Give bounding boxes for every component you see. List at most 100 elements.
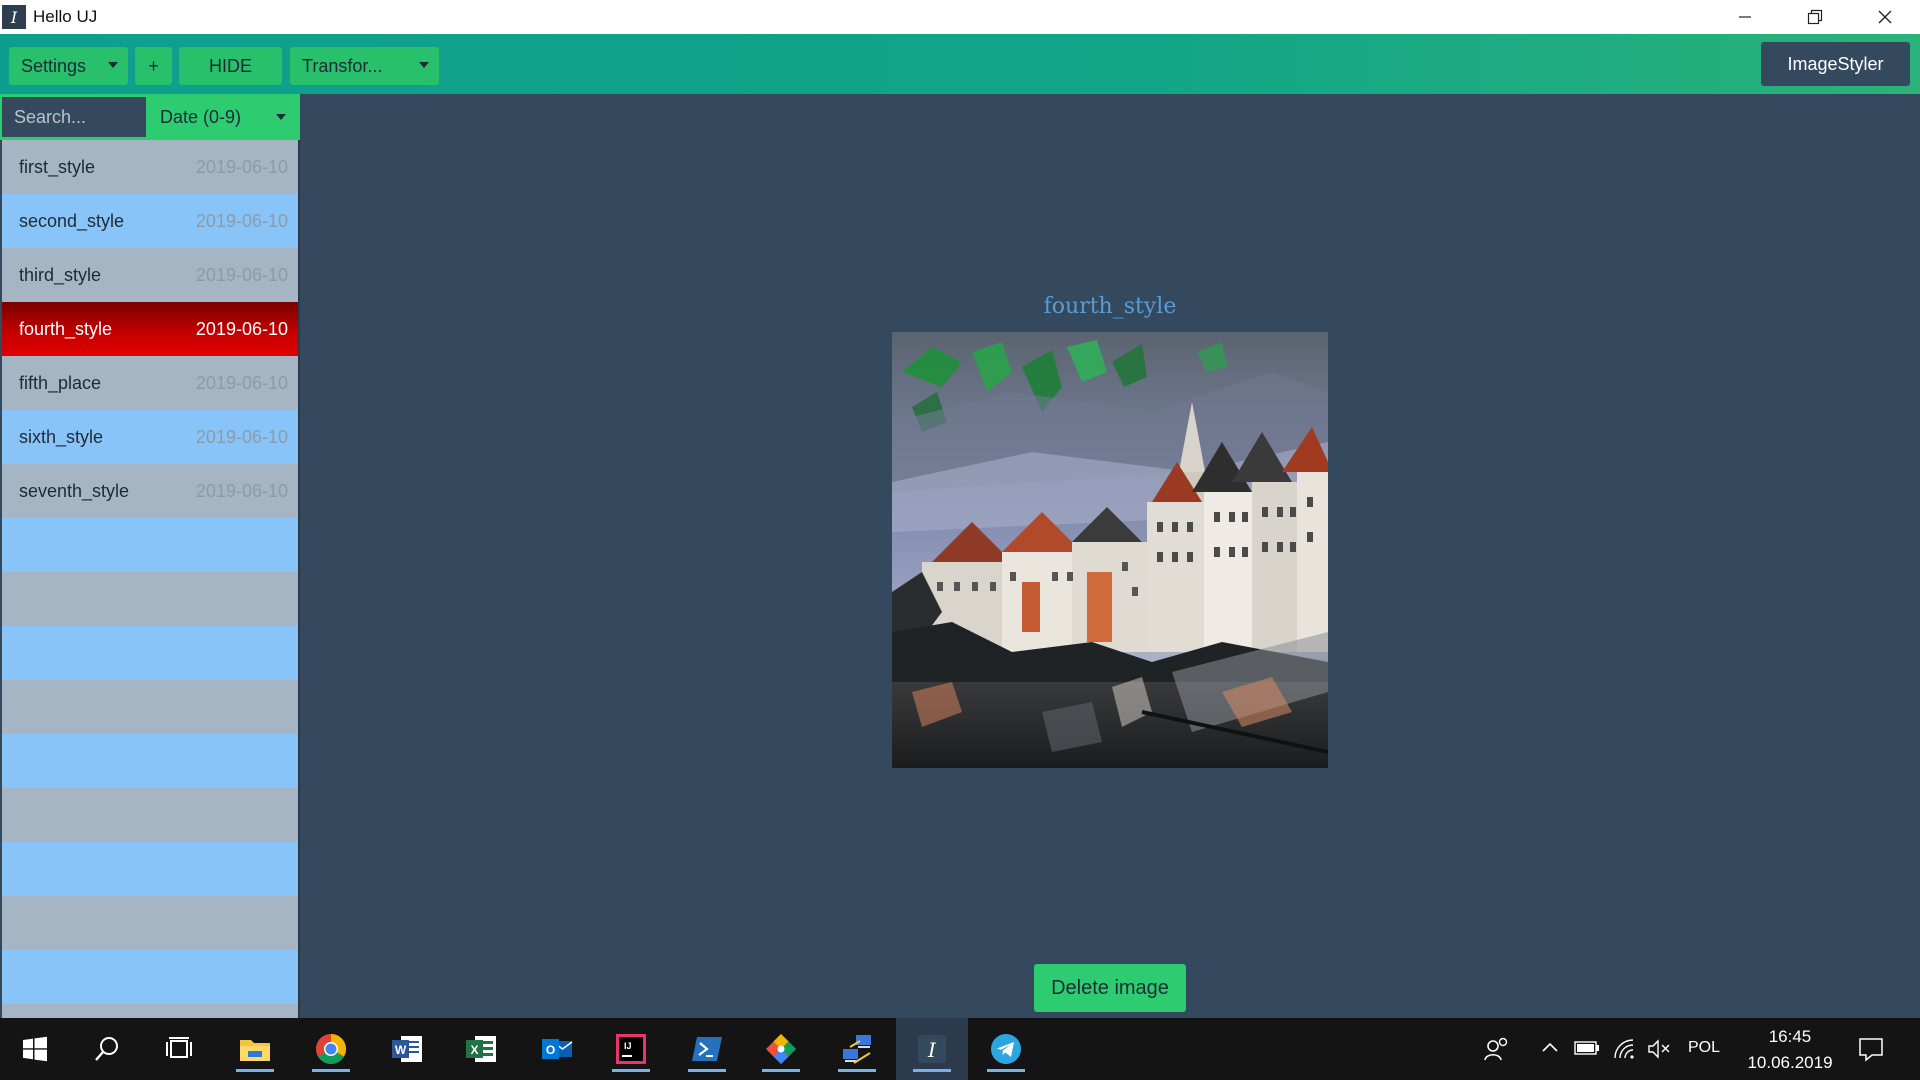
- svg-text:IJ: IJ: [624, 1041, 632, 1051]
- item-name: fifth_place: [19, 372, 102, 393]
- running-indicator: [762, 1069, 800, 1072]
- running-indicator: [913, 1069, 951, 1072]
- toolbar: Settings + HIDE Transfor... ImageStyler: [0, 34, 1920, 94]
- clock-time: 16:45: [1768, 1027, 1812, 1046]
- running-indicator: [612, 1069, 650, 1072]
- styled-image: [892, 332, 1328, 768]
- empty-row: [2, 842, 298, 896]
- item-date: 2019-06-10: [195, 210, 288, 231]
- add-label: +: [148, 55, 159, 76]
- chrome-button[interactable]: [308, 1026, 354, 1072]
- restore-icon: [1807, 9, 1823, 25]
- intellij-button[interactable]: IJ: [608, 1026, 654, 1072]
- start-button[interactable]: [12, 1026, 58, 1072]
- item-date: 2019-06-10: [195, 372, 288, 393]
- search-icon: [95, 1037, 118, 1061]
- volume-muted-icon: [1648, 1039, 1670, 1059]
- item-name: second_style: [19, 210, 125, 231]
- search-input[interactable]: [2, 97, 146, 137]
- search-row: Date (0-9): [0, 94, 300, 140]
- outlook-button[interactable]: O: [534, 1026, 580, 1072]
- clock-date: 10.06.2019: [1747, 1053, 1833, 1072]
- item-date: 2019-06-10: [195, 156, 288, 177]
- settings-label: Settings: [21, 55, 87, 76]
- item-date: 2019-06-10: [195, 318, 288, 339]
- sidebar: Date (0-9) first_style 2019-06-10 second…: [0, 94, 300, 1018]
- empty-row: [2, 788, 298, 842]
- running-indicator: [236, 1069, 274, 1072]
- svg-text:I: I: [927, 1038, 937, 1062]
- minimize-button[interactable]: [1710, 0, 1780, 34]
- item-name: seventh_style: [19, 480, 130, 501]
- svg-text:W: W: [395, 1043, 407, 1057]
- item-date: 2019-06-10: [195, 426, 288, 447]
- list-item[interactable]: fifth_place 2019-06-10: [2, 356, 298, 410]
- battery-icon: [1574, 1041, 1599, 1055]
- image-styler-icon: I: [918, 1035, 946, 1063]
- wifi-button[interactable]: [1613, 1038, 1635, 1065]
- empty-row: [2, 896, 298, 950]
- network-tool-button[interactable]: [834, 1026, 880, 1072]
- item-name: sixth_style: [19, 426, 104, 447]
- list-item-selected[interactable]: fourth_style 2019-06-10: [2, 302, 298, 356]
- running-indicator: [838, 1069, 876, 1072]
- powershell-button[interactable]: [684, 1026, 730, 1072]
- excel-icon: X: [466, 1036, 496, 1062]
- transform-dropdown[interactable]: Transfor...: [290, 47, 439, 85]
- list-item[interactable]: third_style 2019-06-10: [2, 248, 298, 302]
- network-icon: [843, 1035, 871, 1064]
- list-item[interactable]: seventh_style 2019-06-10: [2, 464, 298, 518]
- intellij-icon: IJ: [616, 1034, 646, 1064]
- outlook-icon: O: [542, 1039, 573, 1059]
- language-indicator[interactable]: POL: [1688, 1039, 1720, 1057]
- wifi-icon: [1614, 1039, 1634, 1059]
- sort-select[interactable]: Date (0-9): [148, 97, 298, 137]
- empty-row: [2, 626, 298, 680]
- settings-dropdown[interactable]: Settings: [9, 47, 128, 85]
- restore-button[interactable]: [1780, 0, 1850, 34]
- task-view-icon: [166, 1037, 192, 1058]
- battery-button[interactable]: [1574, 1040, 1600, 1061]
- close-button[interactable]: [1850, 0, 1920, 34]
- style-list: first_style 2019-06-10 second_style 2019…: [2, 140, 298, 1018]
- close-icon: [1878, 10, 1892, 24]
- file-explorer-icon: [240, 1040, 270, 1061]
- search-button[interactable]: [84, 1026, 130, 1072]
- notification-icon: [1859, 1038, 1883, 1062]
- app-icon: I: [2, 5, 26, 29]
- taskbar: W X O IJ I POL 16:45 10.06.2019: [0, 1018, 1920, 1080]
- hide-button[interactable]: HIDE: [179, 47, 282, 85]
- delete-image-button[interactable]: Delete image: [1034, 964, 1186, 1012]
- image-styler-taskbar-button[interactable]: I: [909, 1026, 955, 1072]
- chevron-down-icon: [276, 114, 286, 120]
- git-button[interactable]: [758, 1026, 804, 1072]
- powershell-icon: [692, 1037, 722, 1061]
- item-name: fourth_style: [19, 318, 113, 339]
- empty-row: [2, 680, 298, 734]
- telegram-icon: [991, 1034, 1021, 1064]
- list-item[interactable]: sixth_style 2019-06-10: [2, 410, 298, 464]
- clock[interactable]: 16:45 10.06.2019: [1740, 1024, 1840, 1076]
- brand-button[interactable]: ImageStyler: [1761, 42, 1910, 86]
- add-button[interactable]: +: [135, 47, 172, 85]
- word-button[interactable]: W: [384, 1026, 430, 1072]
- chevron-up-icon: [1542, 1042, 1558, 1052]
- list-item[interactable]: first_style 2019-06-10: [2, 140, 298, 194]
- people-button[interactable]: [1484, 1036, 1510, 1067]
- window-title: Hello UJ: [33, 7, 98, 26]
- sort-label: Date (0-9): [160, 106, 242, 127]
- volume-button[interactable]: [1647, 1038, 1671, 1065]
- excel-button[interactable]: X: [458, 1026, 504, 1072]
- file-explorer-button[interactable]: [232, 1026, 278, 1072]
- title-bar: I Hello UJ: [0, 0, 1920, 34]
- show-hidden-icons-button[interactable]: [1541, 1040, 1559, 1059]
- list-item[interactable]: second_style 2019-06-10: [2, 194, 298, 248]
- item-name: first_style: [19, 156, 96, 177]
- task-view-button[interactable]: [156, 1026, 202, 1072]
- chevron-down-icon: [419, 62, 429, 68]
- running-indicator: [312, 1069, 350, 1072]
- empty-row: [2, 1004, 298, 1018]
- telegram-button[interactable]: [983, 1026, 1029, 1072]
- running-indicator: [987, 1069, 1025, 1072]
- notifications-button[interactable]: [1858, 1036, 1884, 1067]
